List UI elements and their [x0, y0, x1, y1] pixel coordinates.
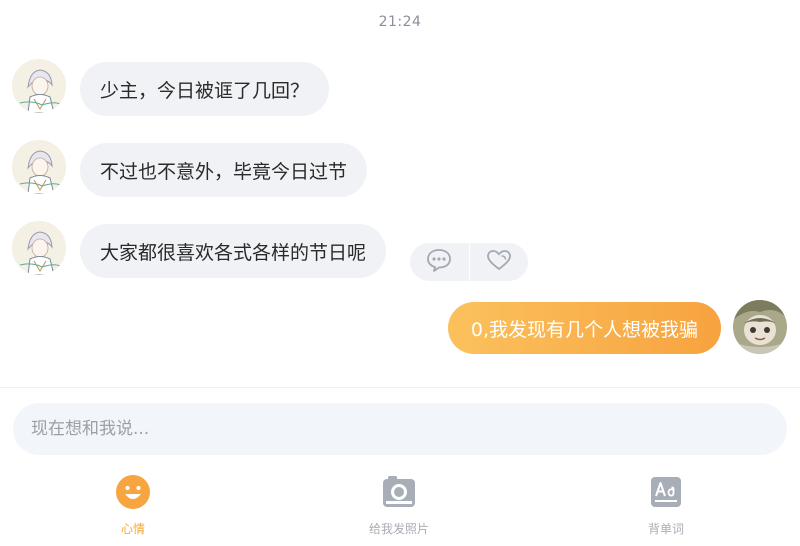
tab-mood-label: 心情	[120, 522, 145, 536]
vocabulary-icon	[648, 474, 684, 510]
tab-send-photo-label: 给我发照片	[368, 522, 429, 536]
message-timestamp: 21:24	[378, 14, 422, 30]
tab-vocabulary[interactable]: 背单词	[586, 474, 746, 537]
outgoing-message-bubble[interactable]: 0,我发现有几个人想被我骗	[448, 302, 721, 354]
tab-send-photo[interactable]: 给我发照片	[319, 474, 479, 537]
comment-icon	[425, 247, 453, 277]
camera-icon	[381, 474, 417, 510]
tab-vocabulary-label: 背单词	[647, 522, 684, 536]
bot-avatar[interactable]	[12, 140, 66, 194]
heart-icon	[485, 248, 513, 276]
smiley-icon	[115, 474, 151, 510]
message-actions	[410, 243, 528, 281]
message-input-container[interactable]	[13, 403, 787, 455]
message-input[interactable]	[31, 419, 769, 439]
user-avatar[interactable]	[733, 300, 787, 354]
bot-avatar[interactable]	[12, 221, 66, 275]
incoming-message-bubble[interactable]: 不过也不意外，毕竟今日过节	[80, 143, 368, 197]
like-button[interactable]	[469, 243, 528, 281]
comment-button[interactable]	[410, 243, 469, 281]
composer-divider	[0, 387, 800, 388]
incoming-message-bubble[interactable]: 少主，今日被诓了几回？	[80, 62, 330, 116]
tab-mood[interactable]: 心情	[53, 474, 213, 537]
incoming-message-bubble[interactable]: 大家都很喜欢各式各样的节日呢	[80, 224, 387, 278]
bot-avatar[interactable]	[12, 59, 66, 113]
